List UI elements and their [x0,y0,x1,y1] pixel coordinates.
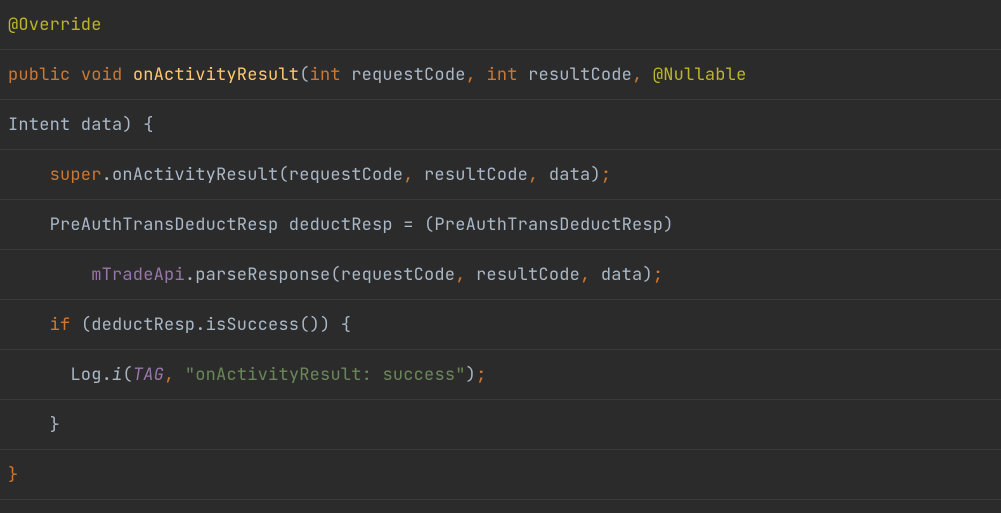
code-line[interactable]: Intent data) { [0,100,1001,150]
indent [8,414,50,436]
code-line[interactable]: PreAuthTransDeductResp deductResp = (Pre… [0,200,1001,250]
indent [8,364,70,386]
code-line[interactable]: } [0,450,1001,500]
code-token: } [8,464,18,486]
code-token: , [632,64,653,86]
code-token: .onActivityResult(requestCode [102,164,404,186]
code-line[interactable]: @Override [0,0,1001,50]
code-token: "onActivityResult: success" [185,364,466,386]
indent [8,314,50,336]
code-token: PreAuthTransDeductResp deductResp = (Pre… [50,214,674,236]
code-token: int [310,64,352,86]
code-token: resultCode [424,164,528,186]
code-token: if [50,314,81,336]
code-token: , [528,164,549,186]
code-token: , [466,64,487,86]
code-token: ( [122,364,132,386]
code-token: i [112,364,122,386]
code-token: ; [476,364,486,386]
code-token: ; [601,164,611,186]
code-line[interactable]: mTradeApi.parseResponse(requestCode, res… [0,250,1001,300]
code-token: void [81,64,133,86]
code-token: .parseResponse(requestCode [185,264,455,286]
code-token: ) [466,364,476,386]
code-token: @Nullable [653,64,747,86]
code-token: (deductResp.isSuccess()) { [81,314,351,336]
code-token: requestCode [351,64,465,86]
code-token: @Override [8,14,102,36]
code-line[interactable]: Log.i(TAG, "onActivityResult: success"); [0,350,1001,400]
code-line[interactable]: } [0,400,1001,450]
code-token: int [486,64,528,86]
code-token: resultCode [476,264,580,286]
code-token: , [164,364,185,386]
code-token: , [403,164,424,186]
code-token: data) [549,164,601,186]
code-token: data) [601,264,653,286]
indent [8,214,50,236]
indent [8,264,91,286]
code-token: , [455,264,476,286]
code-line[interactable]: super.onActivityResult(requestCode, resu… [0,150,1001,200]
code-token: onActivityResult [133,64,299,86]
code-token: public [8,64,81,86]
code-line[interactable]: if (deductResp.isSuccess()) { [0,300,1001,350]
code-token: Log. [70,364,112,386]
code-token: Intent data) { [8,114,154,136]
code-token: } [50,414,60,436]
code-line[interactable]: public void onActivityResult(int request… [0,50,1001,100]
code-token: , [580,264,601,286]
code-token: ; [653,264,663,286]
code-editor[interactable]: @Overridepublic void onActivityResult(in… [0,0,1001,513]
code-token: resultCode [528,64,632,86]
indent [8,164,50,186]
code-token: ( [299,64,309,86]
code-token: TAG [133,364,164,386]
code-token: mTradeApi [91,264,185,286]
code-token: super [50,164,102,186]
